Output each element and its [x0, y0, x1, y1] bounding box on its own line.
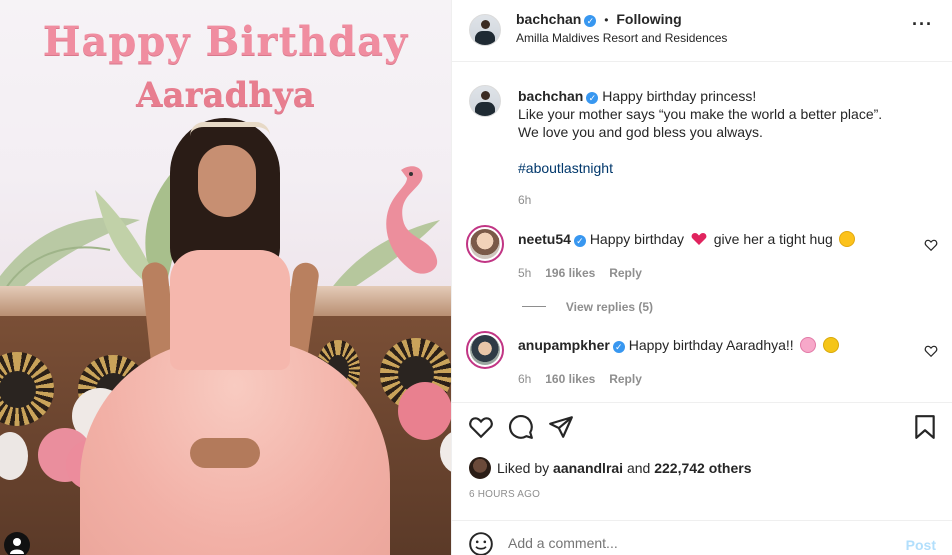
like-comment-heart-icon[interactable]: [924, 344, 938, 358]
bookmark-icon[interactable]: [912, 414, 938, 440]
following-button[interactable]: Following: [616, 11, 681, 27]
post-details-panel: bachchan ✓ • Following Amilla Maldives Re…: [451, 0, 952, 555]
view-replies-label: View replies (5): [565, 300, 654, 314]
comment-text-2: give her a tight hug: [713, 231, 833, 247]
post-button[interactable]: Post: [906, 537, 936, 553]
post-photo[interactable]: Happy Birthday Aaradhya: [0, 0, 451, 555]
divider: [452, 402, 952, 403]
red-heart-emoji-icon: [691, 233, 707, 245]
comment-icon[interactable]: [508, 414, 534, 440]
cherry-blossom-emoji-icon: [799, 337, 816, 353]
avatar[interactable]: [466, 331, 504, 369]
comment-text: Happy birthday: [589, 231, 684, 247]
view-replies-button[interactable]: View replies (5): [522, 298, 653, 314]
verified-badge-icon: ✓: [586, 92, 599, 104]
banner-headline: Happy Birthday: [42, 18, 409, 65]
caption-text-line1: Happy birthday princess!: [602, 88, 757, 104]
likes-prefix: Liked by: [497, 460, 550, 476]
likes-count[interactable]: 222,742 others: [654, 460, 751, 476]
username-link[interactable]: bachchan: [516, 11, 581, 27]
comment-1: neetu54 ✓ Happy birthday give her a tight…: [518, 231, 857, 247]
reply-button[interactable]: Reply: [609, 372, 642, 386]
hairband: [190, 122, 270, 136]
verified-badge-icon: ✓: [612, 341, 625, 353]
caption-username[interactable]: bachchan: [518, 88, 583, 104]
likes-line: Liked by aanandlrai and 222,742 others: [497, 460, 752, 476]
liker-avatar[interactable]: [469, 457, 491, 479]
separator: •: [604, 13, 609, 27]
person-face: [198, 145, 256, 217]
balloon-pink: [398, 382, 451, 440]
banner-name: Aaradhya: [136, 75, 315, 115]
smiley-icon[interactable]: [468, 531, 494, 555]
divider: [452, 520, 952, 521]
caption-text-line3: We love you and god bless you always.: [518, 124, 763, 140]
like-comment-heart-icon[interactable]: [924, 238, 938, 252]
comment-username[interactable]: anupampkher: [518, 337, 610, 353]
likes-middle: and: [626, 460, 651, 476]
add-comment-input[interactable]: [508, 535, 888, 551]
comment-time: 5h: [518, 266, 532, 280]
comment-time: 6h: [518, 372, 532, 386]
star-struck-emoji-icon: [823, 337, 840, 353]
comment-2-meta: 6h 160 likes Reply: [518, 370, 642, 386]
comment-likes[interactable]: 196 likes: [545, 266, 595, 280]
heart-icon[interactable]: [468, 414, 494, 440]
comment-2: anupampkher ✓ Happy birthday Aaradhya!!: [518, 337, 841, 353]
person-hands: [190, 438, 260, 468]
caption-time: 6h: [518, 193, 532, 207]
post-timestamp: 6 HOURS AGO: [469, 489, 541, 500]
caption: bachchan ✓ Happy birthday princess! Like …: [518, 87, 938, 207]
avatar[interactable]: [469, 14, 501, 46]
comment-1-meta: 5h 196 likes Reply: [518, 264, 642, 280]
avatar[interactable]: [466, 225, 504, 263]
tagged-user-icon[interactable]: [4, 532, 30, 555]
send-icon[interactable]: [548, 414, 574, 440]
liker-username[interactable]: aanandlrai: [553, 460, 623, 476]
header-user-line: bachchan ✓ • Following: [516, 11, 682, 27]
verified-badge-icon: ✓: [573, 235, 586, 247]
verified-badge-icon: ✓: [584, 15, 597, 27]
dress-top: [170, 250, 290, 370]
caption-text-line2: Like your mother says “you make the worl…: [518, 106, 883, 122]
reply-button[interactable]: Reply: [609, 266, 642, 280]
post-header: bachchan ✓ • Following Amilla Maldives Re…: [452, 0, 952, 62]
hugging-face-emoji-icon: [838, 231, 855, 247]
comment-likes[interactable]: 160 likes: [545, 372, 595, 386]
location-link[interactable]: Amilla Maldives Resort and Residences: [516, 31, 727, 45]
comment-text: Happy birthday Aaradhya!!: [628, 337, 794, 353]
flamingo-decoration: [386, 166, 438, 274]
replies-line: [522, 306, 546, 307]
more-options-icon[interactable]: ···: [912, 14, 933, 35]
avatar[interactable]: [469, 85, 501, 117]
comment-username[interactable]: neetu54: [518, 231, 571, 247]
hashtag-link[interactable]: #aboutlastnight: [518, 159, 938, 177]
